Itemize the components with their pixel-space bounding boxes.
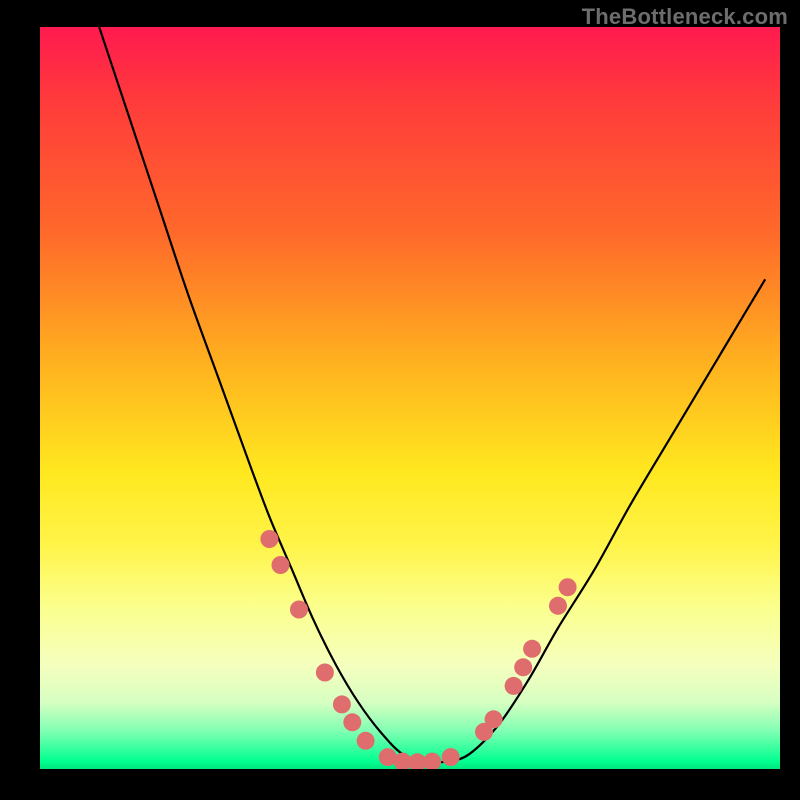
data-marker	[343, 713, 361, 731]
data-marker	[549, 597, 567, 615]
data-marker	[357, 732, 375, 750]
data-marker	[290, 601, 308, 619]
chart-frame: TheBottleneck.com	[0, 0, 800, 800]
data-marker	[423, 753, 441, 769]
watermark-text: TheBottleneck.com	[582, 4, 788, 30]
data-marker	[333, 695, 351, 713]
data-marker	[260, 530, 278, 548]
data-marker	[485, 710, 503, 728]
data-marker	[559, 578, 577, 596]
data-marker	[523, 640, 541, 658]
data-marker	[514, 658, 532, 676]
bottleneck-curve	[99, 27, 765, 763]
data-marker	[505, 677, 523, 695]
marker-group	[260, 530, 576, 769]
curve-layer	[40, 27, 780, 769]
plot-area	[40, 27, 780, 769]
data-marker	[316, 664, 334, 682]
data-marker	[272, 556, 290, 574]
data-marker	[442, 748, 460, 766]
